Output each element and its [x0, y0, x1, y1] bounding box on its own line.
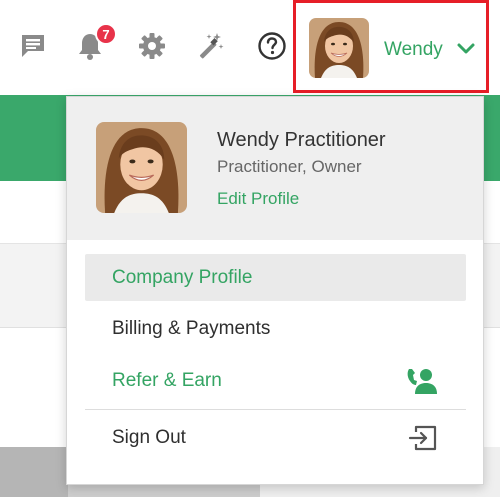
profile-avatar — [96, 122, 187, 213]
menu-item-label: Billing & Payments — [112, 317, 271, 339]
magic-wand-icon[interactable] — [194, 30, 226, 62]
help-icon[interactable] — [256, 30, 288, 62]
user-name: Wendy — [384, 39, 443, 60]
chat-icon[interactable] — [17, 30, 49, 62]
menu-item-billing-payments[interactable]: Billing & Payments — [85, 305, 466, 352]
user-menu-trigger[interactable]: Wendy — [293, 0, 489, 93]
notification-count-badge: 7 — [95, 23, 117, 45]
menu-item-label: Company Profile — [112, 266, 253, 288]
gear-icon[interactable] — [136, 30, 168, 62]
page-footer-left — [0, 447, 68, 497]
edit-profile-link[interactable]: Edit Profile — [217, 189, 299, 209]
menu-item-refer-earn[interactable]: Refer & Earn — [85, 357, 466, 404]
chevron-down-icon — [456, 39, 476, 64]
menu-item-company-profile[interactable]: Company Profile — [85, 254, 466, 301]
menu-divider — [85, 409, 466, 410]
profile-role: Practitioner, Owner — [217, 157, 362, 176]
profile-full-name: Wendy Practitioner — [217, 129, 386, 151]
menu-item-label: Refer & Earn — [112, 369, 222, 391]
menu-item-sign-out[interactable]: Sign Out — [85, 414, 466, 461]
sign-out-icon — [408, 424, 438, 458]
refer-user-icon — [406, 367, 438, 401]
user-avatar — [309, 18, 369, 78]
menu-item-label: Sign Out — [112, 426, 186, 448]
profile-summary: Wendy Practitioner Practitioner, Owner E… — [67, 97, 483, 240]
user-dropdown-menu: Wendy Practitioner Practitioner, Owner E… — [66, 96, 484, 485]
